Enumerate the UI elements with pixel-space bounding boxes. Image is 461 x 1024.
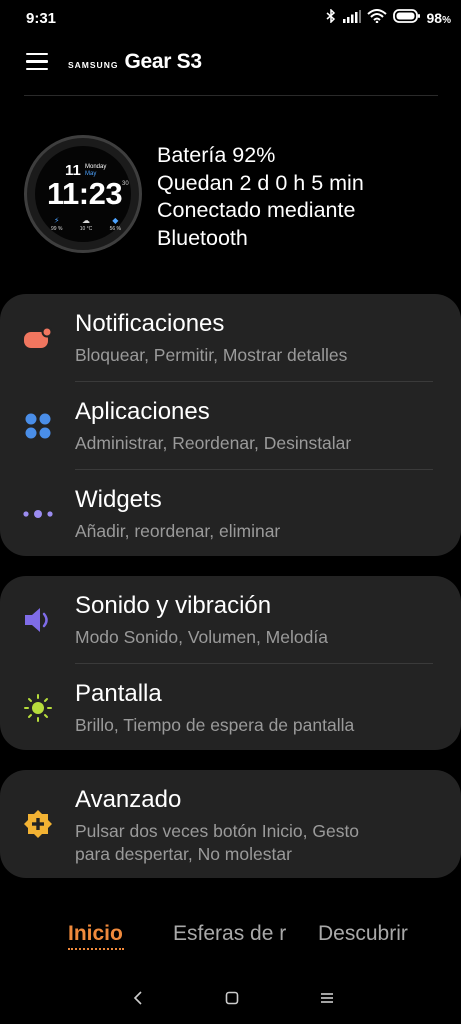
connection-status: Conectado mediante: [157, 198, 356, 222]
divider: [75, 381, 433, 382]
battery-status: Batería 92%: [157, 143, 276, 167]
watch-battery-stat: ⚡ 99 %: [51, 216, 63, 232]
device-status-info: Batería 92% Quedan 2 d 0 h 5 min Conecta…: [157, 142, 437, 252]
back-icon[interactable]: [124, 986, 152, 1010]
bottom-tab-bar: Inicio Esferas de r Descubrir: [0, 916, 461, 956]
battery-percentage: 98%: [426, 9, 451, 26]
sound-subtitle: Modo Sonido, Volumen, Melodía: [75, 627, 328, 647]
settings-card-sound-display: Sonido y vibración Modo Sonido, Volumen,…: [0, 576, 461, 750]
watch-humidity-stat: ◆ 56 %: [109, 216, 121, 232]
tab-watch-faces[interactable]: Esferas de r: [173, 922, 286, 946]
notifications-subtitle: Bloquear, Permitir, Mostrar detalles: [75, 345, 348, 365]
active-tab-indicator: [68, 948, 124, 950]
watch-complications: ⚡ 99 % ☁ 10 °C ◆ 56 %: [51, 216, 121, 232]
divider: [75, 469, 433, 470]
status-bar: 9:31 98%: [0, 0, 461, 40]
watch-seconds: 30: [122, 181, 129, 187]
notification-icon: [22, 322, 54, 354]
app-header: SAMSUNG Gear S3: [0, 40, 461, 96]
wifi-icon: [366, 9, 387, 26]
header-divider: [24, 95, 438, 96]
widgets-dots-icon: [22, 498, 54, 530]
menu-item-widgets[interactable]: Widgets Añadir, reordenar, eliminar: [0, 486, 461, 558]
status-time: 9:31: [26, 10, 57, 27]
brightness-sun-icon: [22, 692, 54, 724]
samsung-wordmark: SAMSUNG: [68, 60, 119, 70]
connection-type: Bluetooth: [157, 225, 248, 250]
recents-menu-icon[interactable]: [313, 986, 341, 1010]
product-name: Gear S3: [124, 50, 202, 73]
watch-weather-stat: ☁ 10 °C: [79, 216, 93, 232]
advanced-title: Avanzado: [75, 786, 182, 813]
advanced-gear-plus-icon: [22, 808, 54, 840]
watch-face-preview[interactable]: 11 Monday May 11:23 30 ⚡ 99 % ☁ 10 °C ◆ 56 …: [24, 135, 142, 253]
time-remaining: Quedan 2 d 0 h 5 min: [157, 170, 364, 195]
system-navigation-bar: [0, 976, 461, 1024]
status-icons: 98%: [325, 8, 451, 26]
widgets-title: Widgets: [75, 486, 162, 513]
battery-icon: [392, 9, 421, 26]
menu-item-advanced[interactable]: Avanzado Pulsar dos veces botón Inicio, …: [0, 786, 461, 876]
notifications-title: Notificaciones: [75, 310, 225, 337]
home-icon[interactable]: [218, 986, 246, 1010]
apps-title: Aplicaciones: [75, 398, 210, 425]
sound-title: Sonido y vibración: [75, 592, 272, 619]
brand-logo: SAMSUNG Gear S3: [68, 50, 202, 74]
menu-item-apps[interactable]: Aplicaciones Administrar, Reordenar, Des…: [0, 398, 461, 470]
menu-item-notifications[interactable]: Notificaciones Bloquear, Permitir, Mostr…: [0, 310, 461, 382]
advanced-subtitle: Pulsar dos veces botón Inicio, Gesto par…: [75, 821, 360, 864]
settings-card-advanced: Avanzado Pulsar dos veces botón Inicio, …: [0, 770, 461, 878]
apps-subtitle: Administrar, Reordenar, Desinstalar: [75, 433, 352, 453]
settings-card-main: Notificaciones Bloquear, Permitir, Mostr…: [0, 294, 461, 556]
widgets-subtitle: Añadir, reordenar, eliminar: [75, 521, 281, 541]
bluetooth-icon: [325, 8, 337, 26]
hamburger-menu-icon[interactable]: [26, 53, 48, 75]
tab-discover[interactable]: Descubrir: [318, 922, 408, 946]
menu-item-sound[interactable]: Sonido y vibración Modo Sonido, Volumen,…: [0, 592, 461, 664]
display-subtitle: Brillo, Tiempo de espera de pantalla: [75, 715, 355, 735]
signal-icon: [342, 9, 361, 26]
menu-item-display[interactable]: Pantalla Brillo, Tiempo de espera de pan…: [0, 680, 461, 752]
watch-time: 11:23: [47, 176, 123, 211]
apps-grid-icon: [22, 410, 54, 442]
divider: [75, 663, 433, 664]
display-title: Pantalla: [75, 680, 162, 707]
tab-home[interactable]: Inicio: [68, 922, 123, 946]
speaker-icon: [22, 604, 54, 636]
